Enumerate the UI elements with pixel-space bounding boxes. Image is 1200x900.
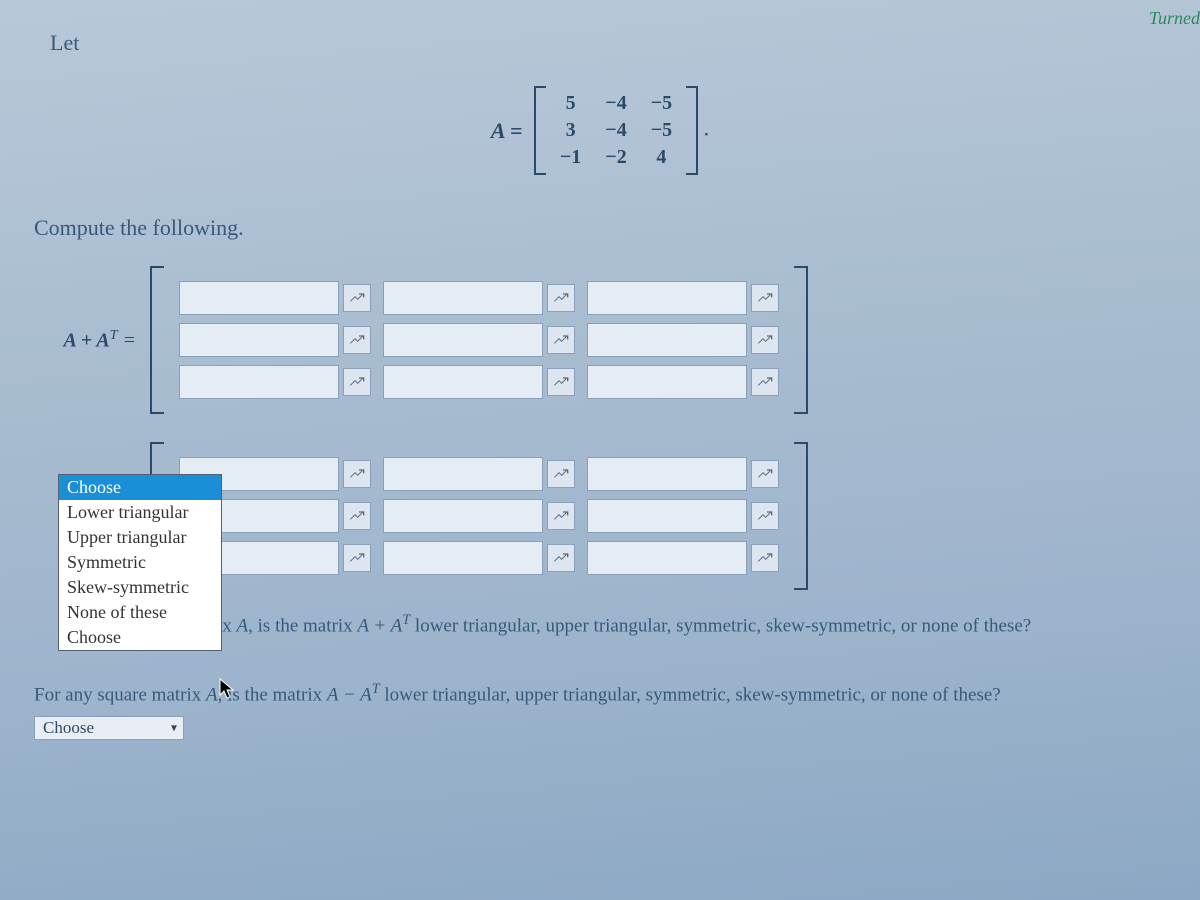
- preview-icon: [757, 550, 773, 566]
- matrix-input[interactable]: [587, 365, 747, 399]
- preview-icon: [349, 290, 365, 306]
- compute-text: Compute the following.: [34, 215, 1170, 241]
- preview-button[interactable]: [547, 544, 575, 572]
- preview-icon: [553, 466, 569, 482]
- question2-select[interactable]: Choose ▾: [34, 716, 184, 740]
- preview-button[interactable]: [751, 326, 779, 354]
- matrix-input[interactable]: [383, 323, 543, 357]
- preview-icon: [553, 290, 569, 306]
- preview-icon: [349, 374, 365, 390]
- preview-icon: [349, 332, 365, 348]
- matrix-input[interactable]: [179, 281, 339, 315]
- preview-icon: [757, 332, 773, 348]
- matrix-input[interactable]: [587, 323, 747, 357]
- preview-button[interactable]: [547, 460, 575, 488]
- matrix-input[interactable]: [383, 541, 543, 575]
- dropdown-option[interactable]: Choose: [59, 475, 221, 500]
- dropdown-option[interactable]: Skew-symmetric: [59, 575, 221, 600]
- preview-button[interactable]: [751, 284, 779, 312]
- part1-input-matrix: [150, 266, 808, 414]
- preview-button[interactable]: [751, 502, 779, 530]
- matrix-A-label: A =: [491, 118, 523, 143]
- dropdown-option[interactable]: Upper triangular: [59, 525, 221, 550]
- preview-button[interactable]: [547, 284, 575, 312]
- matrix-input[interactable]: [179, 323, 339, 357]
- part1-label: A + AT =: [40, 328, 150, 353]
- matrix-input[interactable]: [383, 281, 543, 315]
- preview-button[interactable]: [343, 326, 371, 354]
- matrix-definition: A = 5 −4 −5 3 −4 −5 −1 −2 4: [30, 86, 1170, 175]
- matrix-A-table: 5 −4 −5 3 −4 −5 −1 −2 4: [548, 90, 684, 171]
- select-value: Choose: [43, 718, 94, 737]
- question2-text: For any square matrix A, is the matrix A…: [34, 679, 1166, 710]
- matrix-cell: 5: [548, 90, 593, 117]
- matrix-cell: 3: [548, 117, 593, 144]
- matrix-input[interactable]: [179, 365, 339, 399]
- matrix-input[interactable]: [383, 457, 543, 491]
- preview-icon: [553, 508, 569, 524]
- preview-icon: [553, 374, 569, 390]
- preview-button[interactable]: [343, 460, 371, 488]
- preview-button[interactable]: [343, 368, 371, 396]
- preview-icon: [757, 374, 773, 390]
- matrix-cell: −4: [593, 117, 638, 144]
- preview-icon: [757, 290, 773, 306]
- preview-icon: [349, 550, 365, 566]
- preview-button[interactable]: [343, 502, 371, 530]
- matrix-cell: −5: [639, 90, 684, 117]
- matrix-period: .: [704, 116, 710, 141]
- dropdown-option[interactable]: Choose: [59, 625, 221, 650]
- preview-button[interactable]: [751, 368, 779, 396]
- matrix-cell: −5: [639, 117, 684, 144]
- matrix-input[interactable]: [587, 541, 747, 575]
- preview-icon: [757, 466, 773, 482]
- matrix-input[interactable]: [587, 457, 747, 491]
- part1-row: A + AT =: [40, 266, 1170, 414]
- preview-button[interactable]: [751, 544, 779, 572]
- preview-button[interactable]: [343, 284, 371, 312]
- dropdown-option[interactable]: None of these: [59, 600, 221, 625]
- preview-button[interactable]: [547, 326, 575, 354]
- preview-icon: [553, 332, 569, 348]
- preview-icon: [553, 550, 569, 566]
- let-text: Let: [50, 30, 1170, 56]
- part2-input-matrix: [150, 442, 808, 590]
- matrix-cell: 4: [639, 144, 684, 171]
- preview-button[interactable]: [547, 368, 575, 396]
- matrix-input[interactable]: [587, 281, 747, 315]
- preview-button[interactable]: [751, 460, 779, 488]
- chevron-down-icon: ▾: [171, 720, 177, 735]
- matrix-cell: −2: [593, 144, 638, 171]
- matrix-cell: −4: [593, 90, 638, 117]
- preview-button[interactable]: [343, 544, 371, 572]
- dropdown-option[interactable]: Symmetric: [59, 550, 221, 575]
- matrix-input[interactable]: [383, 499, 543, 533]
- matrix-cell: −1: [548, 144, 593, 171]
- preview-button[interactable]: [547, 502, 575, 530]
- matrix-type-dropdown-open[interactable]: Choose Lower triangular Upper triangular…: [58, 474, 222, 651]
- matrix-A: 5 −4 −5 3 −4 −5 −1 −2 4: [534, 86, 698, 175]
- part2-row: Choose Lower triangular Upper triangular…: [40, 442, 1170, 590]
- preview-icon: [349, 466, 365, 482]
- matrix-input[interactable]: [587, 499, 747, 533]
- turned-in-label: Turned: [1149, 8, 1200, 29]
- preview-icon: [757, 508, 773, 524]
- dropdown-option[interactable]: Lower triangular: [59, 500, 221, 525]
- preview-icon: [349, 508, 365, 524]
- matrix-input[interactable]: [383, 365, 543, 399]
